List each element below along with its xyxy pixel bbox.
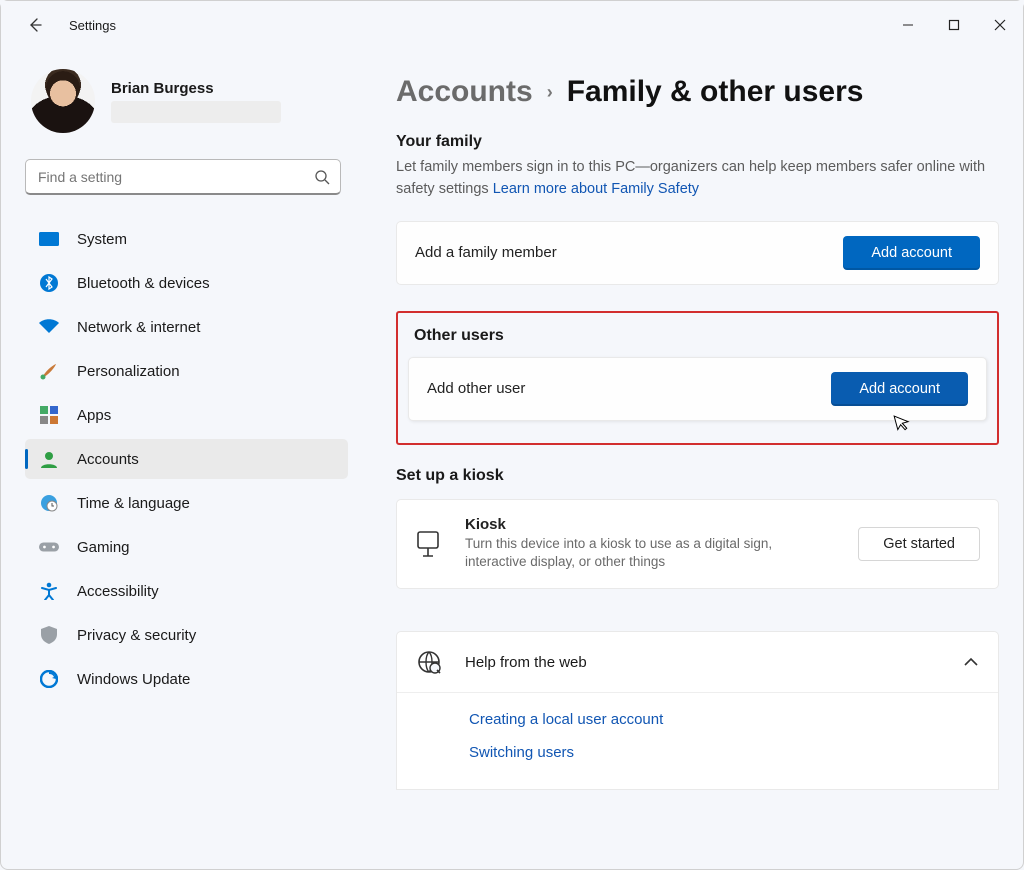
- chevron-right-icon: ›: [547, 82, 553, 103]
- nav-label: Bluetooth & devices: [77, 275, 210, 292]
- breadcrumb-parent[interactable]: Accounts: [396, 75, 533, 109]
- help-header[interactable]: Help from the web: [397, 632, 998, 693]
- nav-label: Personalization: [77, 363, 180, 380]
- search-icon: [314, 169, 330, 185]
- section-your-family: Your family: [396, 133, 999, 151]
- kiosk-desc: Turn this device into a kiosk to use as …: [465, 535, 834, 573]
- nav-personalization[interactable]: Personalization: [25, 351, 348, 391]
- nav-label: Accessibility: [77, 583, 159, 600]
- search-box[interactable]: [25, 159, 341, 195]
- nav-label: Network & internet: [77, 319, 200, 336]
- add-other-account-button[interactable]: Add account: [831, 372, 968, 406]
- help-link-local-account[interactable]: Creating a local user account: [469, 711, 998, 728]
- nav-update[interactable]: Windows Update: [25, 659, 348, 699]
- brush-icon: [39, 361, 59, 381]
- kiosk-icon: [415, 530, 441, 558]
- content: Accounts › Family & other users Your fam…: [356, 49, 1023, 869]
- add-family-card: Add a family member Add account: [396, 221, 999, 285]
- other-users-highlight: Other users Add other user Add account: [396, 311, 999, 445]
- section-kiosk: Set up a kiosk: [396, 467, 999, 485]
- add-family-account-button[interactable]: Add account: [843, 236, 980, 270]
- nav: System Bluetooth & devices Network & int…: [25, 219, 348, 699]
- page-title: Family & other users: [567, 75, 864, 109]
- add-other-user-card: Add other user Add account: [408, 357, 987, 421]
- title-bar: Settings: [1, 1, 1023, 49]
- gamepad-icon: [39, 537, 59, 557]
- nav-time[interactable]: Time & language: [25, 483, 348, 523]
- add-other-user-label: Add other user: [427, 380, 831, 397]
- profile-block[interactable]: Brian Burgess: [25, 69, 348, 133]
- nav-label: Apps: [77, 407, 111, 424]
- back-button[interactable]: [21, 11, 49, 39]
- accessibility-icon: [39, 581, 59, 601]
- nav-apps[interactable]: Apps: [25, 395, 348, 435]
- window-title: Settings: [69, 18, 116, 33]
- apps-icon: [39, 405, 59, 425]
- nav-bluetooth[interactable]: Bluetooth & devices: [25, 263, 348, 303]
- globe-clock-icon: [39, 493, 59, 513]
- help-title: Help from the web: [465, 654, 940, 671]
- kiosk-get-started-button[interactable]: Get started: [858, 527, 980, 561]
- sidebar: Brian Burgess System Bluetooth & devi: [1, 49, 356, 869]
- nav-privacy[interactable]: Privacy & security: [25, 615, 348, 655]
- person-icon: [39, 449, 59, 469]
- system-icon: [39, 229, 59, 249]
- globe-help-icon: [417, 650, 441, 674]
- nav-label: Gaming: [77, 539, 130, 556]
- help-link-switching-users[interactable]: Switching users: [469, 744, 998, 761]
- wifi-icon: [39, 317, 59, 337]
- shield-icon: [39, 625, 59, 645]
- chevron-up-icon: [964, 657, 978, 667]
- maximize-button[interactable]: [931, 1, 977, 49]
- nav-label: Privacy & security: [77, 627, 196, 644]
- search-input[interactable]: [36, 168, 314, 186]
- bluetooth-icon: [39, 273, 59, 293]
- nav-accounts[interactable]: Accounts: [25, 439, 348, 479]
- nav-network[interactable]: Network & internet: [25, 307, 348, 347]
- nav-gaming[interactable]: Gaming: [25, 527, 348, 567]
- section-other-users: Other users: [408, 327, 987, 345]
- kiosk-title: Kiosk: [465, 516, 834, 533]
- family-safety-link[interactable]: Learn more about Family Safety: [493, 181, 699, 197]
- help-card: Help from the web Creating a local user …: [396, 631, 999, 790]
- nav-label: Time & language: [77, 495, 190, 512]
- kiosk-card: Kiosk Turn this device into a kiosk to u…: [396, 499, 999, 590]
- update-icon: [39, 669, 59, 689]
- family-description: Let family members sign in to this PC—or…: [396, 157, 999, 201]
- avatar: [31, 69, 95, 133]
- nav-label: System: [77, 231, 127, 248]
- profile-name: Brian Burgess: [111, 80, 281, 97]
- help-links: Creating a local user account Switching …: [397, 693, 998, 789]
- nav-system[interactable]: System: [25, 219, 348, 259]
- minimize-button[interactable]: [885, 1, 931, 49]
- close-button[interactable]: [977, 1, 1023, 49]
- profile-email-redacted: [111, 101, 281, 123]
- breadcrumb: Accounts › Family & other users: [396, 75, 999, 109]
- add-family-label: Add a family member: [415, 244, 843, 261]
- nav-label: Windows Update: [77, 671, 190, 688]
- nav-label: Accounts: [77, 451, 139, 468]
- nav-accessibility[interactable]: Accessibility: [25, 571, 348, 611]
